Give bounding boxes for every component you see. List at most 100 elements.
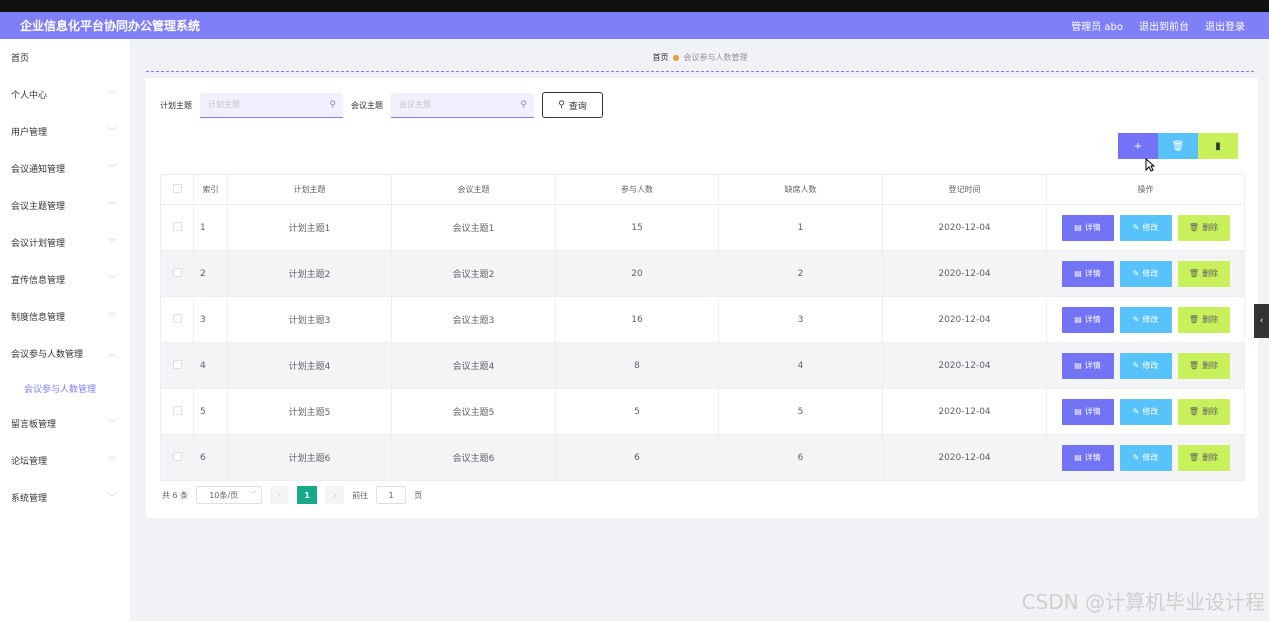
exit-to-front-link[interactable]: 退出到前台: [1139, 18, 1189, 33]
query-button[interactable]: ⚲ 查询: [542, 92, 603, 118]
query-button-label: 查询: [568, 101, 587, 112]
cell-plan-topic: 计划主题1: [227, 204, 392, 251]
delete-button[interactable]: 🗑 删除: [1177, 398, 1230, 425]
cell-actions: ▤ 详情 ✎ 修改 🗑 删除: [1046, 342, 1245, 389]
detail-button[interactable]: ▤ 详情: [1061, 260, 1114, 287]
chevron-down-icon: ﹀: [108, 456, 116, 465]
sidebar: 首页 个人中心 ﹀ 用户管理 ﹀ 会议通知管理 ﹀ 会议主题管理 ﹀ 会议计划管理 ﹀ 宣…: [0, 39, 130, 621]
row-checkbox-cell: [160, 250, 194, 297]
cell-index: 1: [193, 204, 228, 251]
cell-register-time: 2020-12-04: [882, 342, 1047, 389]
sidebar-item-meeting-plan[interactable]: 会议计划管理 ﹀: [0, 224, 130, 261]
pencil-icon: ✎: [1132, 315, 1140, 324]
chevron-down-icon: ﹀: [108, 127, 116, 136]
edit-button[interactable]: ✎ 修改: [1119, 306, 1172, 333]
delete-button[interactable]: 🗑 删除: [1177, 306, 1230, 333]
edit-button[interactable]: ✎ 修改: [1119, 444, 1172, 471]
trash-icon: 🗑: [1188, 223, 1200, 232]
cell-actions: ▤ 详情 ✎ 修改 🗑 删除: [1046, 434, 1245, 481]
sidebar-item-publicity[interactable]: 宣传信息管理 ﹀: [0, 261, 130, 298]
detail-button[interactable]: ▤ 详情: [1061, 214, 1114, 241]
table-row: 3 计划主题3 会议主题3 16 3 2020-12-04 ▤ 详情 ✎ 修改 🗑 删除: [160, 296, 1245, 343]
sidebar-subitem-label: 会议参与人数管理: [24, 385, 97, 395]
row-checkbox[interactable]: [172, 359, 182, 369]
chevron-up-icon: ︿: [108, 349, 116, 358]
total-count: 共 6 条: [162, 490, 189, 500]
edit-button-label: 修改: [1142, 269, 1159, 278]
sidebar-item-forum[interactable]: 论坛管理 ﹀: [0, 442, 130, 479]
search-icon: ⚲: [520, 99, 527, 110]
trash-icon: 🗑: [1188, 453, 1200, 462]
sidebar-item-label: 用户管理: [11, 128, 48, 138]
logout-link[interactable]: 退出登录: [1205, 18, 1245, 33]
edit-button[interactable]: ✎ 修改: [1119, 214, 1172, 241]
prev-page-button[interactable]: ‹: [270, 486, 290, 504]
select-all-checkbox[interactable]: [172, 184, 182, 193]
edit-button[interactable]: ✎ 修改: [1119, 352, 1172, 379]
page-number-active[interactable]: 1: [297, 486, 318, 504]
edit-button-label: 修改: [1142, 453, 1159, 462]
sidebar-subitem-attendance[interactable]: 会议参与人数管理: [0, 372, 130, 405]
col-actions: 操作: [1046, 174, 1245, 205]
page-size-select[interactable]: 10条/页 ﹀: [196, 486, 263, 504]
app-header: 企业信息化平台协同办公管理系统 管理员 abo 退出到前台 退出登录: [0, 12, 1269, 39]
sidebar-item-attendance[interactable]: 会议参与人数管理 ︿: [0, 335, 130, 372]
cell-meeting-topic: 会议主题5: [391, 388, 556, 435]
detail-button[interactable]: ▤ 详情: [1061, 352, 1114, 379]
sidebar-item-label: 会议主题管理: [11, 202, 66, 212]
delete-button[interactable]: 🗑 删除: [1177, 214, 1230, 241]
meeting-topic-label: 会议主题: [351, 100, 383, 110]
col-plan-topic: 计划主题: [227, 174, 392, 205]
edit-button[interactable]: ✎ 修改: [1119, 398, 1172, 425]
sidebar-item-label: 首页: [11, 54, 30, 64]
meeting-topic-input[interactable]: 会议主题 ⚲: [391, 92, 534, 118]
delete-button-label: 删除: [1202, 315, 1219, 324]
row-checkbox[interactable]: [172, 405, 182, 415]
sidebar-item-label: 宣传信息管理: [11, 276, 66, 286]
next-page-button[interactable]: ›: [325, 486, 345, 504]
sidebar-item-personal[interactable]: 个人中心 ﹀: [0, 76, 130, 113]
edit-button[interactable]: ✎ 修改: [1119, 260, 1172, 287]
sidebar-item-meeting-notice[interactable]: 会议通知管理 ﹀: [0, 150, 130, 187]
delete-button[interactable]: 🗑 删除: [1177, 260, 1230, 287]
batch-delete-button[interactable]: 🗑: [1158, 133, 1198, 159]
sidebar-item-meeting-topic[interactable]: 会议主题管理 ﹀: [0, 187, 130, 224]
sidebar-item-users[interactable]: 用户管理 ﹀: [0, 113, 130, 150]
delete-button[interactable]: 🗑 删除: [1177, 352, 1230, 379]
plus-icon: +: [1133, 140, 1143, 152]
cell-attendance: 16: [555, 296, 719, 343]
goto-page-input[interactable]: 1: [376, 486, 407, 504]
detail-button[interactable]: ▤ 详情: [1061, 306, 1114, 333]
statistics-button[interactable]: ▮: [1198, 133, 1238, 159]
delete-button[interactable]: 🗑 删除: [1177, 444, 1230, 471]
row-checkbox[interactable]: [172, 267, 182, 277]
sidebar-item-label: 制度信息管理: [11, 313, 66, 323]
select-all-checkbox-cell: [160, 174, 194, 205]
sidebar-item-label: 留言板管理: [11, 420, 57, 430]
add-button[interactable]: +: [1118, 133, 1158, 159]
chevron-down-icon: ﹀: [108, 419, 116, 428]
row-checkbox-cell: [160, 388, 194, 435]
sidebar-item-system[interactable]: 系统管理 ﹀: [0, 479, 130, 516]
delete-button-label: 删除: [1202, 453, 1219, 462]
row-checkbox[interactable]: [172, 313, 182, 323]
admin-user-label: 管理员 abo: [1071, 22, 1123, 33]
sidebar-item-label: 论坛管理: [11, 457, 48, 467]
detail-button[interactable]: ▤ 详情: [1061, 444, 1114, 471]
cell-attendance: 20: [555, 250, 719, 297]
cell-meeting-topic: 会议主题2: [391, 250, 556, 297]
collapse-side-tab[interactable]: ‹: [1254, 304, 1269, 338]
delete-button-label: 删除: [1202, 223, 1219, 232]
detail-button-label: 详情: [1084, 407, 1101, 416]
row-checkbox[interactable]: [172, 221, 182, 231]
sidebar-item-regulation[interactable]: 制度信息管理 ﹀: [0, 298, 130, 335]
breadcrumb-home[interactable]: 首页: [653, 52, 669, 63]
sidebar-item-home[interactable]: 首页: [0, 39, 130, 76]
detail-button[interactable]: ▤ 详情: [1061, 398, 1114, 425]
cell-absence: 2: [718, 250, 883, 297]
row-checkbox[interactable]: [172, 451, 182, 461]
pencil-icon: ✎: [1132, 453, 1140, 462]
plan-topic-input[interactable]: 计划主题 ⚲: [200, 92, 343, 118]
sidebar-item-messages[interactable]: 留言板管理 ﹀: [0, 405, 130, 442]
cell-attendance: 5: [555, 388, 719, 435]
